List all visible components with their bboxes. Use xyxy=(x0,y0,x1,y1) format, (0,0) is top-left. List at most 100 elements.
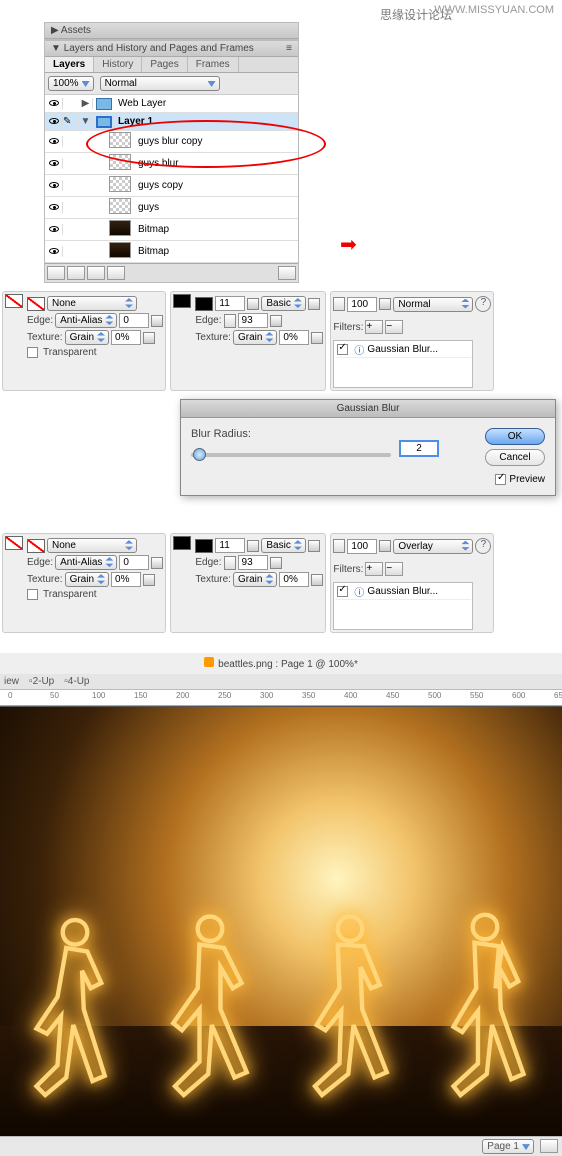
edge-dropdown[interactable]: Anti-Alias xyxy=(55,313,117,328)
assets-panel-header[interactable]: ▶ Assets xyxy=(44,22,299,40)
collapse-icon[interactable]: ▼ xyxy=(79,116,93,127)
filter-enable-checkbox[interactable] xyxy=(337,344,348,355)
visibility-icon[interactable] xyxy=(49,226,59,232)
opacity-value[interactable]: 100 xyxy=(347,539,377,554)
fill-color-swatch[interactable] xyxy=(27,539,45,553)
layer-name[interactable]: Bitmap xyxy=(135,223,298,236)
layer-name[interactable]: Bitmap xyxy=(135,245,298,258)
stepper[interactable] xyxy=(333,297,345,311)
stroke-edge[interactable]: 93 xyxy=(238,555,268,570)
texture-pct[interactable]: 0% xyxy=(111,572,141,587)
slider-popup-icon[interactable] xyxy=(143,332,155,344)
new-sublayer-button[interactable] xyxy=(67,266,85,280)
filter-enable-checkbox[interactable] xyxy=(337,586,348,597)
stepper[interactable] xyxy=(224,314,236,328)
layer-name[interactable]: guys blur copy xyxy=(135,135,298,148)
blur-slider[interactable] xyxy=(191,453,391,457)
stroke-color-swatch[interactable] xyxy=(195,539,213,553)
stroke-edge[interactable]: 93 xyxy=(238,313,268,328)
filter-info-icon[interactable]: ⓘ xyxy=(354,584,364,599)
tab-pages[interactable]: Pages xyxy=(142,57,187,72)
slider-popup-icon[interactable] xyxy=(379,298,391,310)
visibility-icon[interactable] xyxy=(49,182,59,188)
tab-frames[interactable]: Frames xyxy=(188,57,239,72)
stepper[interactable] xyxy=(333,539,345,553)
blend-mode-dropdown[interactable]: Overlay xyxy=(393,539,473,554)
info-icon[interactable]: ? xyxy=(475,538,491,554)
fill-type-dropdown[interactable]: None xyxy=(47,296,137,311)
preview-checkbox[interactable] xyxy=(495,474,506,485)
edge-dropdown[interactable]: Anti-Alias xyxy=(55,555,117,570)
tab-layers[interactable]: Layers xyxy=(45,57,94,72)
filter-name[interactable]: Gaussian Blur... xyxy=(367,344,438,355)
panel-menu-icon[interactable]: ≡ xyxy=(286,43,292,54)
texture-dropdown[interactable]: Grain xyxy=(65,572,109,587)
stroke-texture-pct[interactable]: 0% xyxy=(279,572,309,587)
slider-popup-icon[interactable] xyxy=(247,298,259,310)
blend-mode-dropdown[interactable]: Normal xyxy=(393,297,473,312)
slider-thumb[interactable] xyxy=(193,448,206,461)
stepper[interactable] xyxy=(224,556,236,570)
slider-popup-icon[interactable] xyxy=(311,332,323,344)
remove-filter-button[interactable]: − xyxy=(385,320,403,334)
filter-name[interactable]: Gaussian Blur... xyxy=(367,586,438,597)
filter-info-icon[interactable]: ⓘ xyxy=(354,342,364,357)
2up-tab[interactable]: ▫2-Up xyxy=(29,676,54,687)
new-folder-button[interactable] xyxy=(87,266,105,280)
opacity-value[interactable]: 100 xyxy=(347,297,377,312)
edge-amount[interactable]: 0 xyxy=(119,313,149,328)
blur-value-input[interactable]: 2 xyxy=(399,440,439,457)
horizontal-ruler[interactable]: 050100150200250300350400450500550600650 xyxy=(0,690,562,706)
texture-pct[interactable]: 0% xyxy=(111,330,141,345)
delete-button[interactable] xyxy=(278,266,296,280)
visibility-icon[interactable] xyxy=(49,138,59,144)
expand-icon[interactable]: ▶ xyxy=(79,98,93,109)
info-icon[interactable]: ? xyxy=(475,296,491,312)
pencil-icon[interactable] xyxy=(173,536,191,550)
slider-popup-icon[interactable] xyxy=(270,315,282,327)
visibility-icon[interactable] xyxy=(49,100,59,106)
blend-dropdown[interactable]: Normal xyxy=(100,76,220,91)
visibility-icon[interactable] xyxy=(49,248,59,254)
edge-amount[interactable]: 0 xyxy=(119,555,149,570)
remove-filter-button[interactable]: − xyxy=(385,562,403,576)
slider-popup-icon[interactable] xyxy=(143,574,155,586)
fill-color-swatch[interactable] xyxy=(27,297,45,311)
stroke-tip-dropdown[interactable]: Basic xyxy=(261,296,305,311)
slider-popup-icon[interactable] xyxy=(379,540,391,552)
stroke-texture-pct[interactable]: 0% xyxy=(279,330,309,345)
tab-history[interactable]: History xyxy=(94,57,142,72)
slider-popup-icon[interactable] xyxy=(270,557,282,569)
layer-1[interactable]: Layer 1 xyxy=(115,115,298,128)
zoom-dropdown[interactable]: 100% xyxy=(48,76,94,91)
visibility-icon[interactable] xyxy=(49,118,59,124)
layer-name[interactable]: guys copy xyxy=(135,179,298,192)
layer-name[interactable]: guys blur xyxy=(135,157,298,170)
stroke-tip-dropdown[interactable]: Basic xyxy=(261,538,305,553)
fill-swatch[interactable] xyxy=(5,536,23,550)
add-filter-button[interactable]: + xyxy=(365,320,383,334)
slider-popup-icon[interactable] xyxy=(151,557,163,569)
pencil-icon[interactable] xyxy=(173,294,191,308)
visibility-icon[interactable] xyxy=(49,160,59,166)
transparent-checkbox[interactable] xyxy=(27,347,38,358)
4up-tab[interactable]: ▫4-Up xyxy=(64,676,89,687)
nav-button[interactable] xyxy=(540,1139,558,1153)
slider-popup-icon[interactable] xyxy=(308,298,320,310)
pencil-icon[interactable]: ✎ xyxy=(63,116,79,127)
slider-popup-icon[interactable] xyxy=(311,574,323,586)
transparent-checkbox[interactable] xyxy=(27,589,38,600)
stroke-texture-dropdown[interactable]: Grain xyxy=(233,330,277,345)
slider-popup-icon[interactable] xyxy=(151,315,163,327)
stroke-size[interactable]: 11 xyxy=(215,538,245,553)
stroke-color-swatch[interactable] xyxy=(195,297,213,311)
new-layer-button[interactable] xyxy=(47,266,65,280)
fill-type-dropdown[interactable]: None xyxy=(47,538,137,553)
stroke-texture-dropdown[interactable]: Grain xyxy=(233,572,277,587)
slider-popup-icon[interactable] xyxy=(308,540,320,552)
layer-web[interactable]: Web Layer xyxy=(115,97,298,110)
fill-swatch[interactable] xyxy=(5,294,23,308)
cancel-button[interactable]: Cancel xyxy=(485,449,545,466)
layer-name[interactable]: guys xyxy=(135,201,298,214)
stroke-size[interactable]: 11 xyxy=(215,296,245,311)
